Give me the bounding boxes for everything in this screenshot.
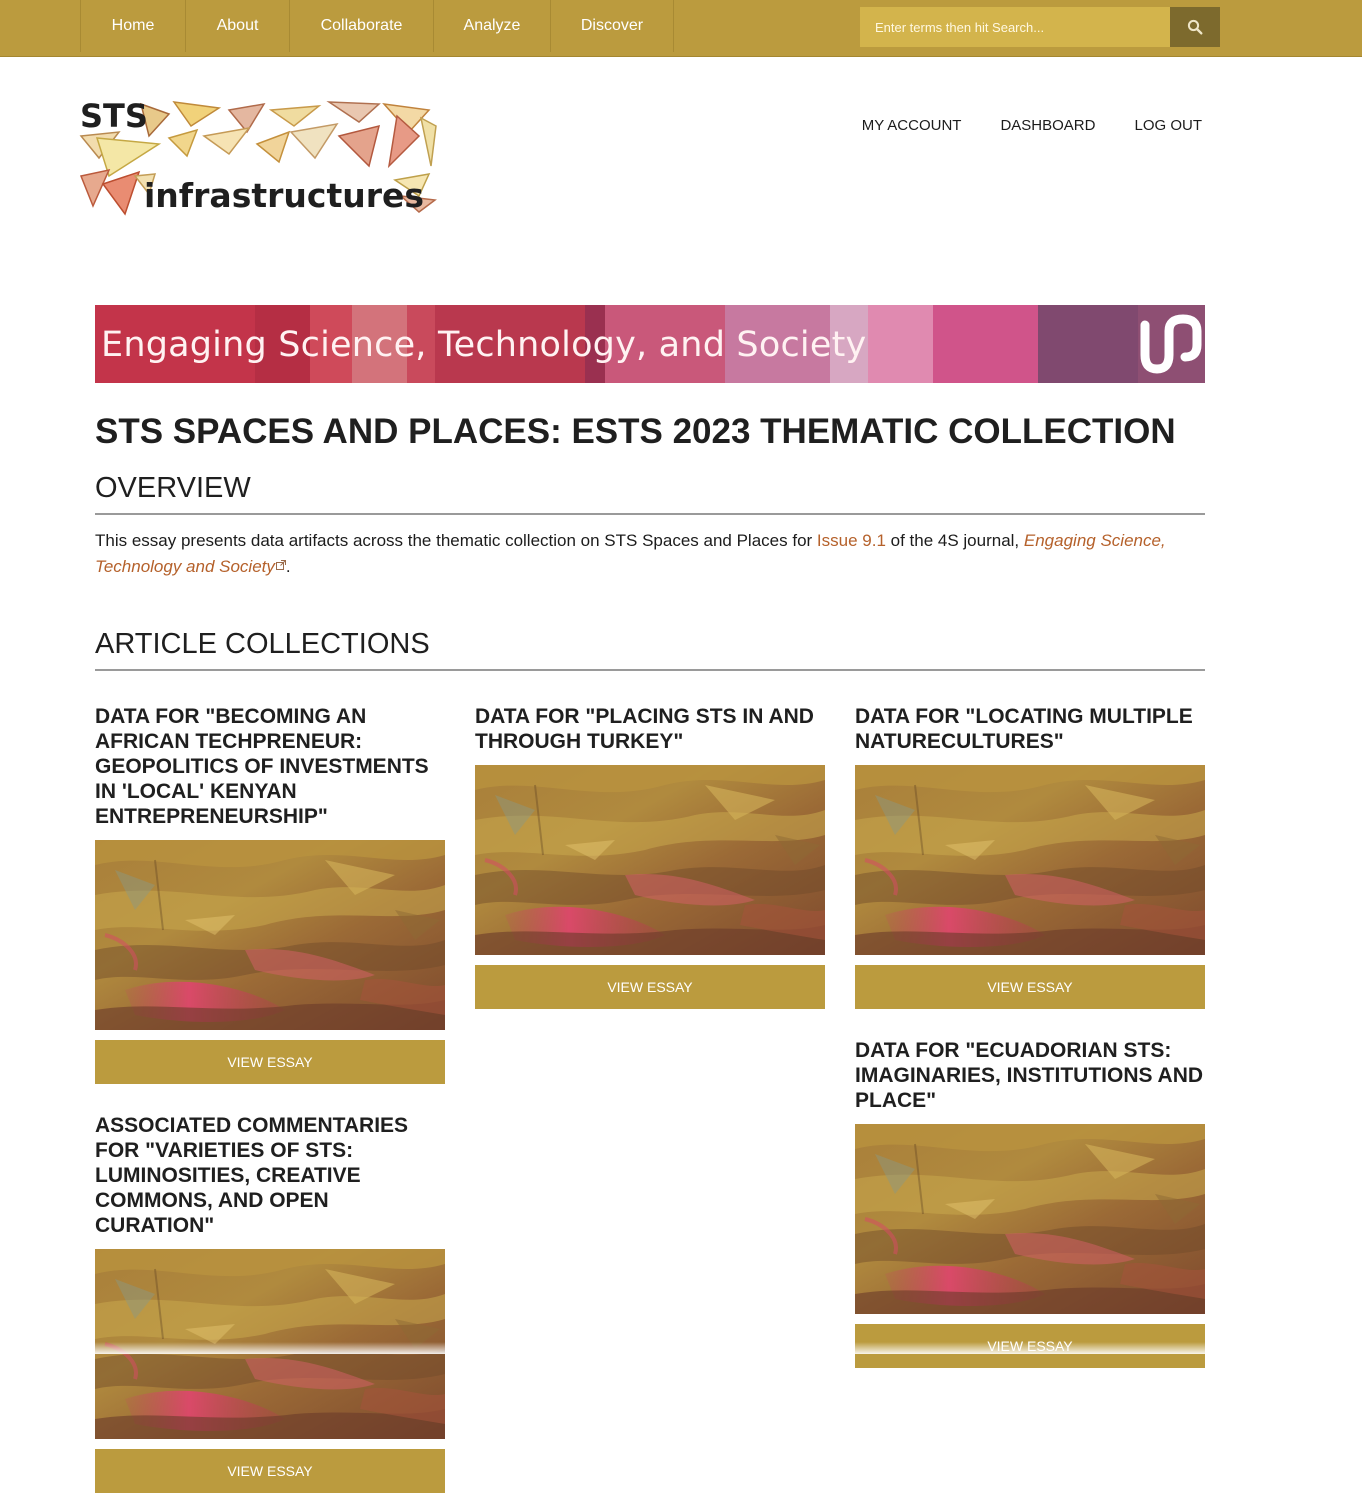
logo-text-sts: STS [80,97,148,135]
view-essay-button[interactable]: View Essay [95,1040,445,1084]
collection-thumbnail[interactable] [475,765,825,955]
page-title: STS SPACES AND PLACES: ESTS 2023 THEMATI… [95,412,1176,451]
site-logo[interactable]: STS infrastructures [79,96,437,218]
external-link-icon [275,560,286,570]
view-essay-button[interactable]: View Essay [855,965,1205,1009]
nav-item-discover[interactable]: Discover [550,0,674,52]
nav-item-home[interactable]: Home [80,0,185,52]
collection-card-varieties: ASSOCIATED COMMENTARIES FOR "VARIETIES O… [95,1113,445,1493]
overview-text-middle: of the 4S journal, [885,531,1024,550]
collection-title[interactable]: DATA FOR "PLACING STS IN AND THROUGH TUR… [475,704,825,754]
collection-title[interactable]: DATA FOR "BECOMING AN AFRICAN TECHPRENEU… [95,704,445,829]
main-nav: Home About Collaborate Analyze Discover [80,0,674,56]
issue-link[interactable]: Issue 9.1 [817,531,886,550]
overview-heading: OVERVIEW [95,472,1205,515]
collection-title[interactable]: ASSOCIATED COMMENTARIES FOR "VARIETIES O… [95,1113,445,1238]
account-nav: My Account Dashboard Log Out [823,117,1202,134]
logo-text-infrastructures: infrastructures [144,176,424,215]
collection-card-ecuadorian: DATA FOR "ECUADORIAN STS: IMAGINARIES, I… [855,1038,1205,1368]
collection-card-techpreneur: DATA FOR "BECOMING AN AFRICAN TECHPRENEU… [95,704,445,1084]
nav-item-about[interactable]: About [185,0,289,52]
nav-item-collaborate[interactable]: Collaborate [289,0,433,52]
dashboard-link[interactable]: Dashboard [1000,117,1095,134]
collection-title[interactable]: DATA FOR "ECUADORIAN STS: IMAGINARIES, I… [855,1038,1205,1113]
top-navigation-bar: Home About Collaborate Analyze Discover [0,0,1362,57]
collection-thumbnail[interactable] [855,1124,1205,1314]
view-essay-button[interactable]: View Essay [475,965,825,1009]
collection-thumbnail[interactable] [95,840,445,1030]
collection-thumbnail[interactable] [855,765,1205,955]
overview-text-before: This essay presents data artifacts acros… [95,531,817,550]
collection-card-turkey: DATA FOR "PLACING STS IN AND THROUGH TUR… [475,704,825,1009]
sts-infrastructures-logo: STS infrastructures [79,97,437,216]
journal-banner[interactable]: Engaging Science, Technology, and Societ… [95,305,1205,383]
view-essay-button[interactable]: View Essay [95,1449,445,1493]
overview-paragraph: This essay presents data artifacts acros… [95,528,1175,580]
search-button[interactable] [1170,7,1220,47]
scroll-fade [0,1342,1362,1354]
banner-title: Engaging Science, Technology, and Societ… [101,325,867,365]
my-account-link[interactable]: My Account [862,117,962,134]
collection-card-naturecultures: DATA FOR "LOCATING MULTIPLE NATURECULTUR… [855,704,1205,1009]
overview-text-after: . [285,557,291,576]
collection-title[interactable]: DATA FOR "LOCATING MULTIPLE NATURECULTUR… [855,704,1205,754]
search-icon [1187,19,1203,35]
article-collections-heading: ARTICLE COLLECTIONS [95,628,1205,671]
search-input[interactable] [860,7,1170,47]
nav-item-analyze[interactable]: Analyze [433,0,550,52]
log-out-link[interactable]: Log Out [1134,117,1202,134]
